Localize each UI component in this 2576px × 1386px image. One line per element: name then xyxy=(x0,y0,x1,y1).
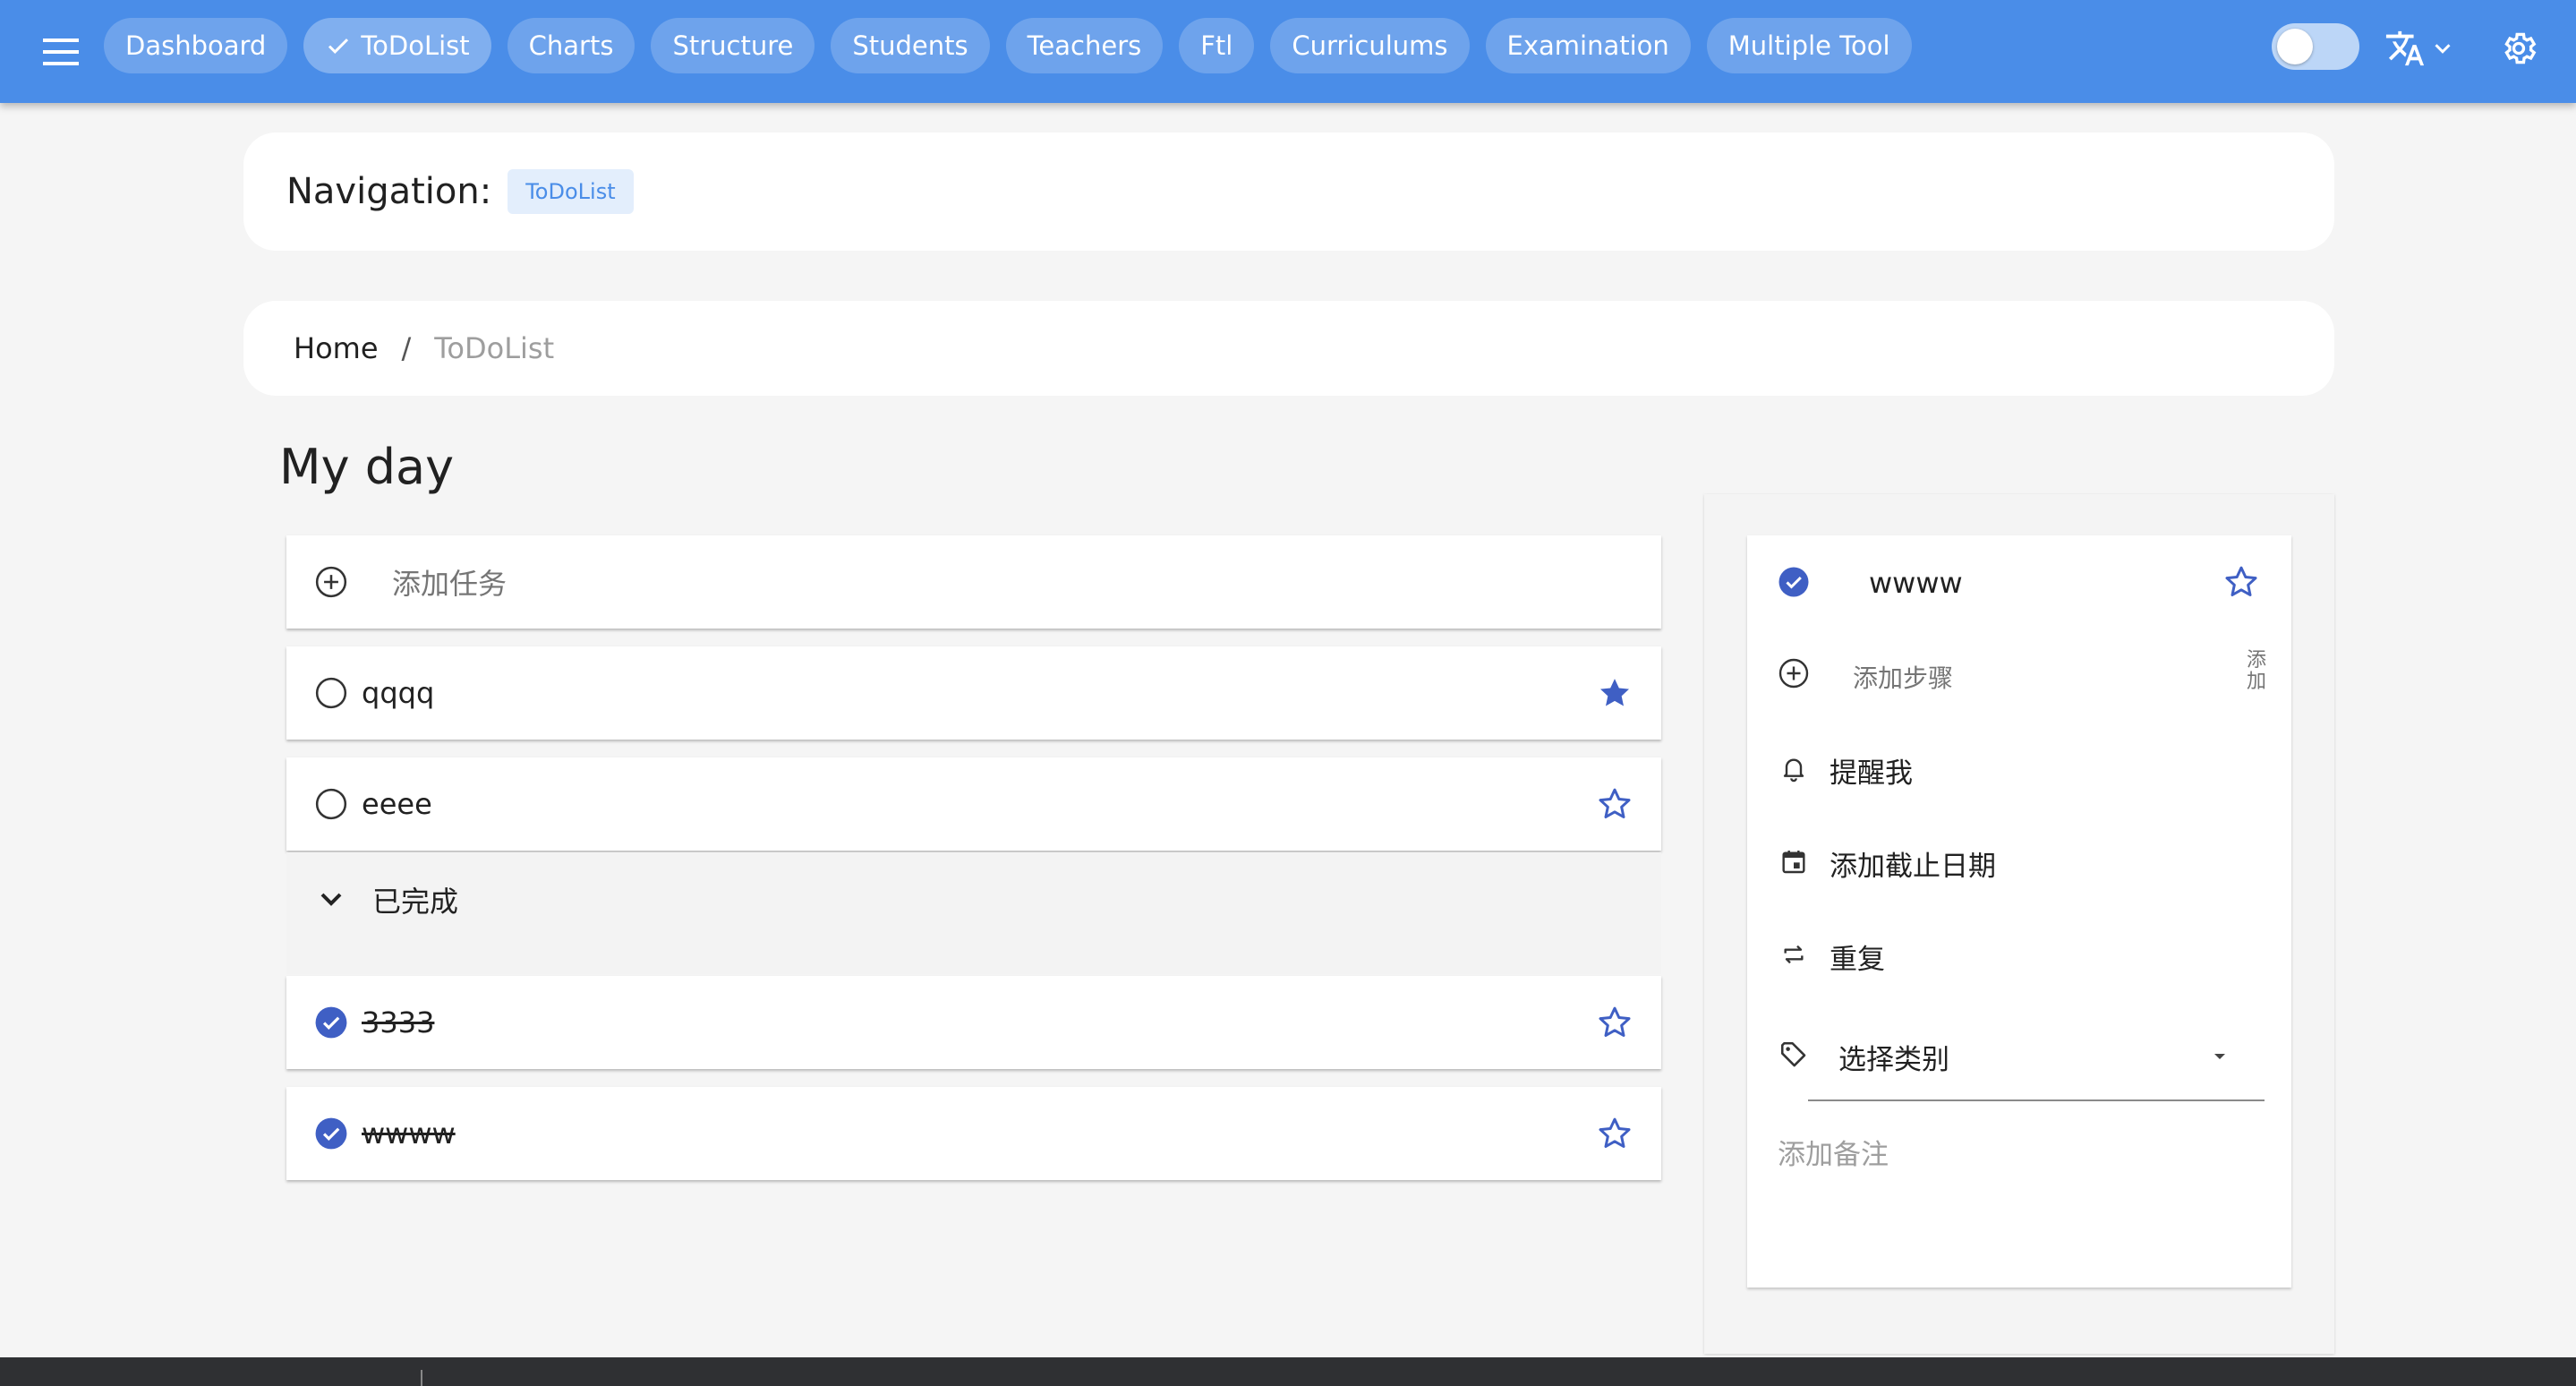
star-outline-icon[interactable] xyxy=(1595,1003,1634,1042)
detail-task-title[interactable]: wwww xyxy=(1869,566,1963,600)
check-circle-icon[interactable] xyxy=(311,1114,351,1153)
nav-chip-curriculums[interactable]: Curriculums xyxy=(1270,18,1470,73)
footer-divider xyxy=(421,1370,422,1386)
add-task-input[interactable]: 添加任务 xyxy=(392,561,507,603)
task-row[interactable]: eeee xyxy=(286,757,1661,851)
task-text[interactable]: eeee xyxy=(362,787,432,821)
nav-chip-label: Ftl xyxy=(1200,30,1233,61)
add-circle-icon xyxy=(1774,654,1813,693)
nav-chip-teachers[interactable]: Teachers xyxy=(1005,18,1164,73)
add-step-input[interactable]: 添加步骤 xyxy=(1853,659,1953,695)
nav-chip-students[interactable]: Students xyxy=(831,18,990,73)
star-outline-icon[interactable] xyxy=(1595,784,1634,824)
nav-chip-label: Curriculums xyxy=(1292,30,1448,61)
due-date-label: 添加截止日期 xyxy=(1830,851,1996,883)
task-row[interactable]: wwww xyxy=(286,1087,1661,1180)
chevron-down-icon xyxy=(2429,35,2456,62)
task-row[interactable]: qqqq xyxy=(286,646,1661,740)
nav-chip-label: Structure xyxy=(672,30,794,61)
remind-me-label: 提醒我 xyxy=(1830,757,1913,790)
nav-chip-dashboard[interactable]: Dashboard xyxy=(104,18,288,73)
settings-button[interactable] xyxy=(2494,23,2544,73)
nav-chip-label: Students xyxy=(852,30,968,61)
nav-chip-label: ToDoList xyxy=(361,30,470,61)
nav-chip-label: Dashboard xyxy=(125,30,267,61)
breadcrumb: Home / ToDoList xyxy=(243,301,2334,396)
nav-chip-ftl[interactable]: Ftl xyxy=(1179,18,1255,73)
nav-chip-examination[interactable]: Examination xyxy=(1485,18,1691,73)
category-select-value: 选择类别 xyxy=(1838,1044,1949,1076)
nav-chip-label: Examination xyxy=(1506,30,1669,61)
check-circle-icon[interactable] xyxy=(1774,562,1813,602)
star-filled-icon[interactable] xyxy=(1595,673,1634,713)
nav-chip-todolist[interactable]: ToDoList xyxy=(303,18,491,73)
task-row[interactable]: 3333 xyxy=(286,976,1661,1069)
translate-icon xyxy=(2384,28,2426,69)
nav-chip-charts[interactable]: Charts xyxy=(507,18,635,73)
page-title: My day xyxy=(279,439,455,495)
main-nav: Dashboard ToDoList Charts Structure Stud… xyxy=(104,18,1912,73)
add-circle-icon[interactable] xyxy=(311,562,351,602)
detail-title-row: wwww xyxy=(1747,546,2291,618)
check-circle-icon[interactable] xyxy=(311,1003,351,1042)
breadcrumb-separator: / xyxy=(401,331,412,365)
task-detail-panel: wwww 添加步骤 添加 提醒我 添加截止日期 重复 选择类别 添加备注 xyxy=(1747,535,2291,1288)
completed-group-label: 已完成 xyxy=(372,885,459,919)
add-step-row: 添加步骤 添加 xyxy=(1747,639,2291,711)
completed-group-header[interactable]: 已完成 xyxy=(286,852,1661,974)
chevron-down-icon xyxy=(313,881,349,917)
nav-chip-label: Charts xyxy=(528,30,614,61)
repeat-icon xyxy=(1774,935,1813,974)
bell-icon xyxy=(1774,749,1813,788)
task-text[interactable]: qqqq xyxy=(362,676,434,710)
footer-bar xyxy=(0,1357,2576,1386)
tag-icon xyxy=(1774,1035,1813,1074)
calendar-icon xyxy=(1774,842,1813,881)
gear-icon xyxy=(2499,29,2538,68)
app-bar: Dashboard ToDoList Charts Structure Stud… xyxy=(0,0,2576,103)
hamburger-menu-icon[interactable] xyxy=(36,27,86,77)
navigation-label: Navigation: xyxy=(286,171,492,212)
caret-down-icon xyxy=(2200,1037,2239,1076)
nav-chip-label: Teachers xyxy=(1027,30,1142,61)
circle-unchecked-icon[interactable] xyxy=(311,673,351,713)
circle-unchecked-icon[interactable] xyxy=(311,784,351,824)
nav-chip-structure[interactable]: Structure xyxy=(651,18,815,73)
category-select[interactable]: 选择类别 xyxy=(1747,1014,2291,1099)
add-step-button[interactable]: 添加 xyxy=(2247,650,2270,693)
remind-me-row[interactable]: 提醒我 xyxy=(1747,732,2291,804)
toggle-knob xyxy=(2277,29,2313,64)
due-date-row[interactable]: 添加截止日期 xyxy=(1747,826,2291,897)
breadcrumb-home[interactable]: Home xyxy=(294,331,379,365)
nav-chip-multiple-tool[interactable]: Multiple Tool xyxy=(1706,18,1912,73)
star-outline-icon[interactable] xyxy=(1595,1114,1634,1153)
task-text[interactable]: wwww xyxy=(362,1116,456,1151)
breadcrumb-current: ToDoList xyxy=(434,331,555,365)
task-text[interactable]: 3333 xyxy=(362,1005,434,1040)
language-menu-button[interactable] xyxy=(2384,23,2456,73)
check-icon xyxy=(325,32,352,59)
repeat-row[interactable]: 重复 xyxy=(1747,919,2291,990)
navigation-card: Navigation: ToDoList xyxy=(243,133,2334,251)
add-task-row[interactable]: 添加任务 xyxy=(286,535,1661,629)
star-outline-icon[interactable] xyxy=(2222,562,2261,602)
nav-chip-label: Multiple Tool xyxy=(1727,30,1890,61)
navigation-tag[interactable]: ToDoList xyxy=(508,169,634,214)
category-select-underline xyxy=(1808,1099,2265,1101)
repeat-label: 重复 xyxy=(1830,944,1885,976)
theme-toggle[interactable] xyxy=(2272,23,2359,70)
note-input[interactable]: 添加备注 xyxy=(1778,1132,1889,1172)
